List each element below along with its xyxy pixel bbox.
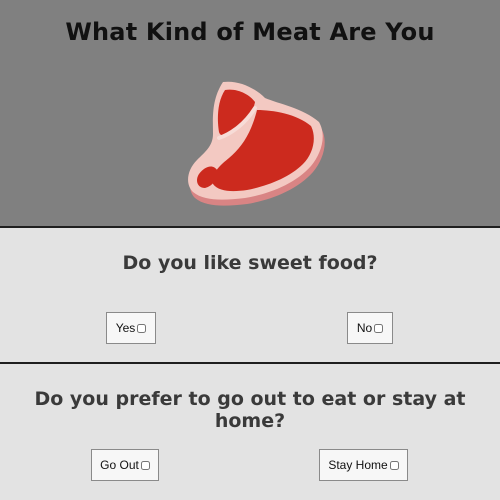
question-section-1: Do you like sweet food? Yes No: [0, 228, 500, 362]
yes-option-button[interactable]: Yes: [106, 312, 156, 344]
question-text: Do you like sweet food?: [122, 252, 378, 274]
go-out-option-button[interactable]: Go Out: [91, 449, 159, 481]
question-section-2: Do you prefer to go out to eat or stay a…: [0, 364, 500, 500]
page-title: What Kind of Meat Are You: [65, 18, 435, 46]
question-text: Do you prefer to go out to eat or stay a…: [34, 388, 466, 432]
stay-home-option-button[interactable]: Stay Home: [319, 449, 408, 481]
page-header: What Kind of Meat Are You: [0, 0, 500, 226]
no-option-button[interactable]: No: [347, 312, 393, 344]
stay-home-label: Stay Home: [328, 458, 388, 472]
go-out-checkbox[interactable]: [140, 460, 150, 470]
stay-home-checkbox[interactable]: [389, 460, 399, 470]
steak-icon: [188, 81, 325, 206]
go-out-label: Go Out: [100, 458, 139, 472]
yes-label: Yes: [115, 321, 136, 335]
yes-checkbox[interactable]: [137, 323, 147, 333]
no-label: No: [356, 321, 373, 335]
no-checkbox[interactable]: [374, 323, 384, 333]
